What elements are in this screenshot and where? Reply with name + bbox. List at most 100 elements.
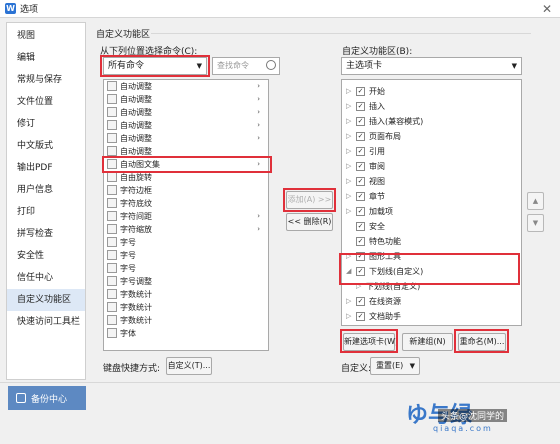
tab-checkbox[interactable]: ✓ [356, 312, 365, 321]
tab-checkbox[interactable]: ✓ [356, 237, 365, 246]
reset-dropdown[interactable]: 重置(E) ▼ [370, 357, 420, 375]
ribbon-tab-item[interactable]: ▷ ✓ 章节 [342, 189, 521, 204]
command-item[interactable]: 字数统计 [104, 301, 268, 314]
sidebar-item[interactable]: 修订 [7, 113, 85, 135]
sidebar-item[interactable]: 中文版式 [7, 135, 85, 157]
command-label: 字符缩放 [120, 225, 152, 234]
ribbon-tab-label: 审阅 [369, 162, 385, 171]
command-item[interactable]: 自动调整 › [104, 119, 268, 132]
remove-button[interactable]: << 删除(R) [286, 213, 333, 231]
command-item[interactable]: 字号 [104, 236, 268, 249]
command-item[interactable]: 字数统计 [104, 288, 268, 301]
ribbon-tabs-value: 主选项卡 [346, 61, 383, 71]
section-title: 自定义功能区 [96, 30, 151, 40]
ribbon-tab-item[interactable]: ▷ ✓ 文档助手 [342, 309, 521, 324]
tab-checkbox[interactable]: ✓ [356, 132, 365, 141]
command-item[interactable]: 字体 [104, 327, 268, 340]
tab-checkbox[interactable]: ✓ [356, 87, 365, 96]
ribbon-tab-item[interactable]: ▷ ✓ 开始 [342, 84, 521, 99]
sidebar-item[interactable]: 文件位置 [7, 91, 85, 113]
tab-checkbox[interactable]: ✓ [356, 207, 365, 216]
expand-toggle-icon[interactable]: ▷ [346, 129, 351, 144]
tab-checkbox[interactable]: ✓ [356, 117, 365, 126]
keyboard-customize-button[interactable]: 自定义(T)... [166, 357, 212, 375]
expand-toggle-icon[interactable]: ▷ [346, 189, 351, 204]
submenu-arrow-icon: › [257, 82, 260, 90]
submenu-arrow-icon: › [257, 212, 260, 220]
sidebar-item[interactable]: 输出PDF [7, 157, 85, 179]
expand-toggle-icon[interactable]: ▷ [346, 309, 351, 324]
expand-toggle-icon[interactable]: ▷ [346, 114, 351, 129]
sidebar-item[interactable]: 编辑 [7, 47, 85, 69]
ribbon-tab-item[interactable]: ▷ ✓ 页面布局 [342, 129, 521, 144]
ribbon-tab-item[interactable]: ▷ ✓ 审阅 [342, 159, 521, 174]
ribbon-tab-item[interactable]: ▷ ✓ 插入 [342, 99, 521, 114]
command-item[interactable]: 自动调整 › [104, 80, 268, 93]
command-item[interactable]: 字号 [104, 262, 268, 275]
sidebar-item[interactable]: 视图 [7, 25, 85, 47]
tab-checkbox[interactable]: ✓ [356, 147, 365, 156]
command-icon [107, 237, 117, 247]
ribbon-tab-item[interactable]: ✓ 安全 [342, 219, 521, 234]
expand-toggle-icon[interactable]: ▷ [346, 99, 351, 114]
sidebar-item[interactable]: 用户信息 [7, 179, 85, 201]
ribbon-tab-item[interactable]: ▷ ✓ 插入(兼容模式) [342, 114, 521, 129]
backup-center-button[interactable]: 备份中心 [8, 386, 86, 410]
tab-checkbox[interactable]: ✓ [356, 102, 365, 111]
tab-checkbox[interactable]: ✓ [356, 222, 365, 231]
tab-checkbox[interactable]: ✓ [356, 177, 365, 186]
command-item[interactable]: 字号 [104, 249, 268, 262]
sidebar-item[interactable]: 信任中心 [7, 267, 85, 289]
ribbon-tab-item[interactable]: ▷ ✓ 加载项 [342, 204, 521, 219]
command-icon [107, 302, 117, 312]
section-divider [151, 33, 531, 34]
command-item[interactable]: 自动调整 › [104, 132, 268, 145]
sidebar-item[interactable]: 安全性 [7, 245, 85, 267]
ribbon-tab-item[interactable]: ▷ ✓ 引用 [342, 144, 521, 159]
ribbon-tab-label: 开始 [369, 87, 385, 96]
command-item[interactable]: 自动调整 › [104, 93, 268, 106]
expand-toggle-icon[interactable]: ▷ [346, 204, 351, 219]
command-item[interactable]: 自动调整 › [104, 106, 268, 119]
sidebar-item[interactable]: 常规与保存 [7, 69, 85, 91]
sidebar-item[interactable]: 打印 [7, 201, 85, 223]
command-item[interactable]: 字符底纹 [104, 197, 268, 210]
command-item[interactable]: 字号调整 [104, 275, 268, 288]
ribbon-tab-item[interactable]: ▷ ✓ 在线资源 [342, 294, 521, 309]
expand-toggle-icon[interactable]: ▷ [346, 174, 351, 189]
tab-checkbox[interactable]: ✓ [356, 297, 365, 306]
watermark-caption: 头条@沈同学的 [438, 409, 508, 422]
command-item[interactable]: 字符间距 › [104, 210, 268, 223]
ribbon-tab-label: 章节 [369, 192, 385, 201]
expand-toggle-icon[interactable]: ▷ [346, 144, 351, 159]
ribbon-tab-tree[interactable]: ▷ ✓ 开始 ▷ ✓ 插入 ▷ ✓ 插入(兼容模式) ▷ ✓ 页面布局 ▷ ✓ 引用 ▷ ✓ 审阅 ▷ ✓ 视图 ▷ ✓ 章节… [341, 79, 522, 326]
ribbon-tabs-select[interactable]: 主选项卡 ▼ [341, 57, 522, 75]
move-down-button[interactable]: ▼ [527, 214, 544, 232]
expand-toggle-icon[interactable]: ▷ [346, 84, 351, 99]
tab-checkbox[interactable]: ✓ [356, 192, 365, 201]
sidebar-item[interactable]: 快速访问工具栏 [7, 311, 85, 333]
expand-toggle-icon[interactable]: ▷ [346, 294, 351, 309]
sidebar-item[interactable]: 自定义功能区 [7, 289, 85, 311]
new-group-button[interactable]: 新建组(N) [402, 333, 453, 351]
sidebar-item[interactable]: 拼写检查 [7, 223, 85, 245]
chevron-down-icon: ▼ [511, 62, 517, 70]
ribbon-tab-item[interactable]: ✓ 特色功能 [342, 234, 521, 249]
command-list[interactable]: 自动调整 › 自动调整 › 自动调整 › 自动调整 › 自动调整 › 自动调整 自动图文集 › 自由旋转字… [103, 79, 269, 351]
close-icon[interactable]: ✕ [542, 2, 552, 16]
tab-checkbox[interactable]: ✓ [356, 162, 365, 171]
ribbon-tab-label: 加载项 [369, 207, 393, 216]
command-label: 字数统计 [120, 290, 152, 299]
command-label: 字号 [120, 238, 136, 247]
command-icon [107, 276, 117, 286]
move-up-button[interactable]: ▲ [527, 192, 544, 210]
command-search-input[interactable]: 查找命令 [212, 57, 280, 75]
command-item[interactable]: 字数统计 [104, 314, 268, 327]
command-item[interactable]: 字符缩放 › [104, 223, 268, 236]
ribbon-tab-item[interactable]: ▷ ✓ 视图 [342, 174, 521, 189]
expand-toggle-icon[interactable]: ▷ [346, 159, 351, 174]
ribbon-tab-label: 页面布局 [369, 132, 401, 141]
command-label: 字符间距 [120, 212, 152, 221]
command-item[interactable]: 字符边框 [104, 184, 268, 197]
ribbon-tab-label: 插入 [369, 102, 385, 111]
